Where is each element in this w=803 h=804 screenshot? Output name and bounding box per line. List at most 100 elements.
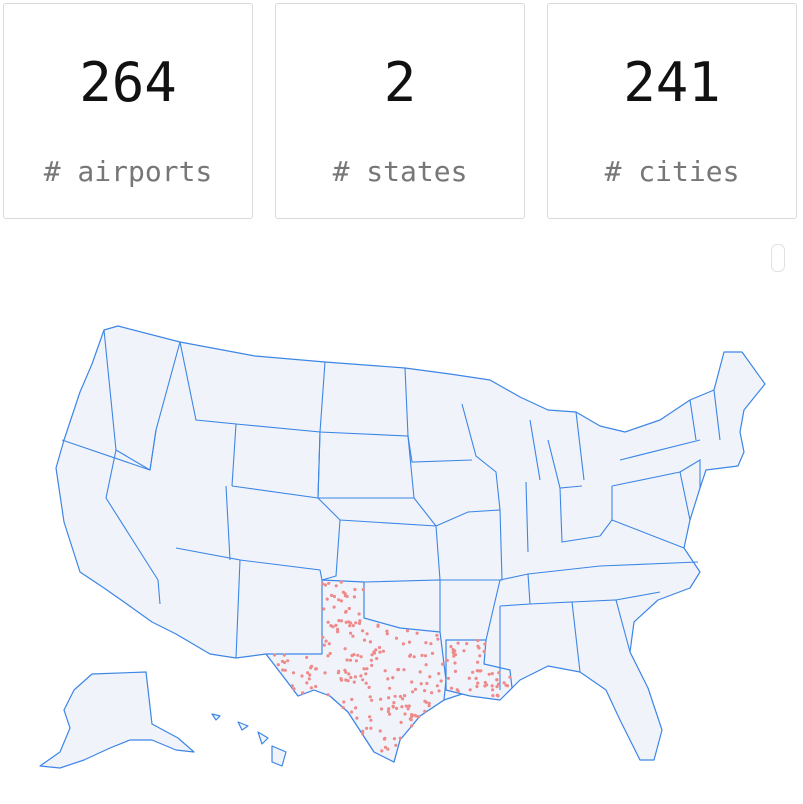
airport-dot — [462, 649, 466, 653]
airport-dot — [280, 659, 285, 664]
airport-dot — [378, 729, 382, 733]
airport-dot — [350, 697, 354, 702]
airport-dot — [495, 693, 499, 697]
airport-dot — [477, 669, 481, 673]
airport-dot — [351, 624, 355, 628]
kpi-value-airports: 264 — [79, 51, 177, 114]
airport-dot — [441, 662, 445, 666]
airport-dot — [323, 671, 327, 675]
airport-dot — [339, 619, 344, 623]
airport-dot — [418, 670, 422, 674]
airport-dot — [468, 688, 472, 692]
airport-dot — [428, 675, 432, 679]
airport-dot — [348, 624, 352, 628]
airport-dot — [398, 694, 403, 699]
airport-dot — [439, 679, 443, 683]
kpi-card-states: 2 # states — [275, 3, 525, 219]
airport-dot — [365, 632, 369, 636]
airport-dot — [381, 649, 385, 653]
airport-dot — [497, 671, 501, 675]
airport-dot — [395, 706, 399, 711]
airport-dot — [273, 653, 277, 657]
airport-dot — [336, 627, 340, 631]
airport-dot — [326, 620, 330, 624]
airport-dot — [382, 737, 386, 741]
airport-dot — [300, 674, 304, 678]
airport-dot — [437, 672, 441, 676]
airport-dot — [361, 731, 365, 736]
airport-dot — [301, 691, 305, 695]
airport-dot — [427, 704, 431, 708]
airport-dot — [337, 669, 341, 673]
airport-dot — [342, 700, 346, 704]
us-map[interactable] — [0, 290, 803, 790]
airport-dot — [429, 642, 433, 646]
airport-dot — [339, 580, 343, 584]
airport-dot — [349, 631, 353, 635]
airport-dot — [490, 672, 494, 676]
airport-dot — [330, 593, 334, 598]
airport-dot — [387, 696, 391, 700]
airport-dot — [453, 661, 457, 665]
kpi-label-states: # states — [332, 155, 468, 188]
airport-dot — [424, 641, 428, 645]
airport-dot — [430, 651, 435, 656]
airport-dot — [361, 629, 365, 633]
airport-dot — [321, 635, 325, 639]
airport-dot — [476, 644, 480, 648]
airport-dot — [359, 674, 363, 678]
airport-dot — [397, 667, 401, 672]
airport-dot — [391, 676, 395, 680]
airport-dot — [423, 689, 427, 693]
kpi-label-airports: # airports — [43, 155, 213, 188]
airport-dot — [343, 647, 347, 651]
airport-dot — [391, 704, 395, 708]
airport-dot — [369, 726, 373, 730]
airport-dot — [409, 718, 413, 722]
airport-dot — [478, 654, 482, 658]
airport-dot — [351, 634, 355, 638]
airport-dot — [365, 726, 369, 730]
airport-dot — [328, 651, 332, 656]
airport-dot — [362, 667, 366, 671]
airport-dot — [423, 699, 427, 703]
airport-dot — [276, 663, 280, 667]
airport-dot — [379, 707, 384, 711]
kpi-value-cities: 241 — [623, 51, 721, 114]
airport-dot — [350, 710, 354, 714]
airport-dot — [449, 686, 454, 690]
scrollbar-thumb[interactable] — [771, 244, 785, 272]
airport-dot — [349, 675, 353, 680]
airport-dot — [361, 678, 365, 682]
airport-dot — [321, 582, 325, 586]
airport-dot — [425, 681, 429, 686]
airport-dot — [387, 707, 391, 711]
airport-dot — [392, 737, 396, 741]
airport-dot — [375, 656, 379, 661]
airport-dot — [385, 629, 389, 633]
airport-dot — [322, 643, 326, 647]
airport-dot — [337, 598, 341, 602]
airport-dot — [388, 686, 392, 690]
kpi-value-states: 2 — [383, 51, 417, 114]
airport-dot — [361, 588, 365, 592]
airport-dot — [327, 642, 331, 646]
airport-dot — [476, 639, 480, 643]
airport-dot — [290, 684, 294, 688]
airport-dot — [406, 707, 410, 711]
airport-dot — [401, 642, 405, 646]
airport-dot — [467, 676, 471, 680]
airport-dot — [374, 648, 378, 652]
airport-dot — [325, 597, 329, 601]
airport-dot — [502, 681, 506, 685]
airport-dot — [345, 658, 349, 662]
airport-dot — [365, 667, 369, 671]
airport-dot — [334, 584, 338, 588]
airport-dot — [332, 594, 336, 599]
airport-dot — [376, 624, 380, 628]
airport-dot — [341, 706, 345, 710]
airport-dot — [353, 587, 357, 592]
airport-dot — [491, 688, 495, 692]
airport-dot — [379, 697, 383, 701]
airport-dot — [368, 695, 372, 699]
